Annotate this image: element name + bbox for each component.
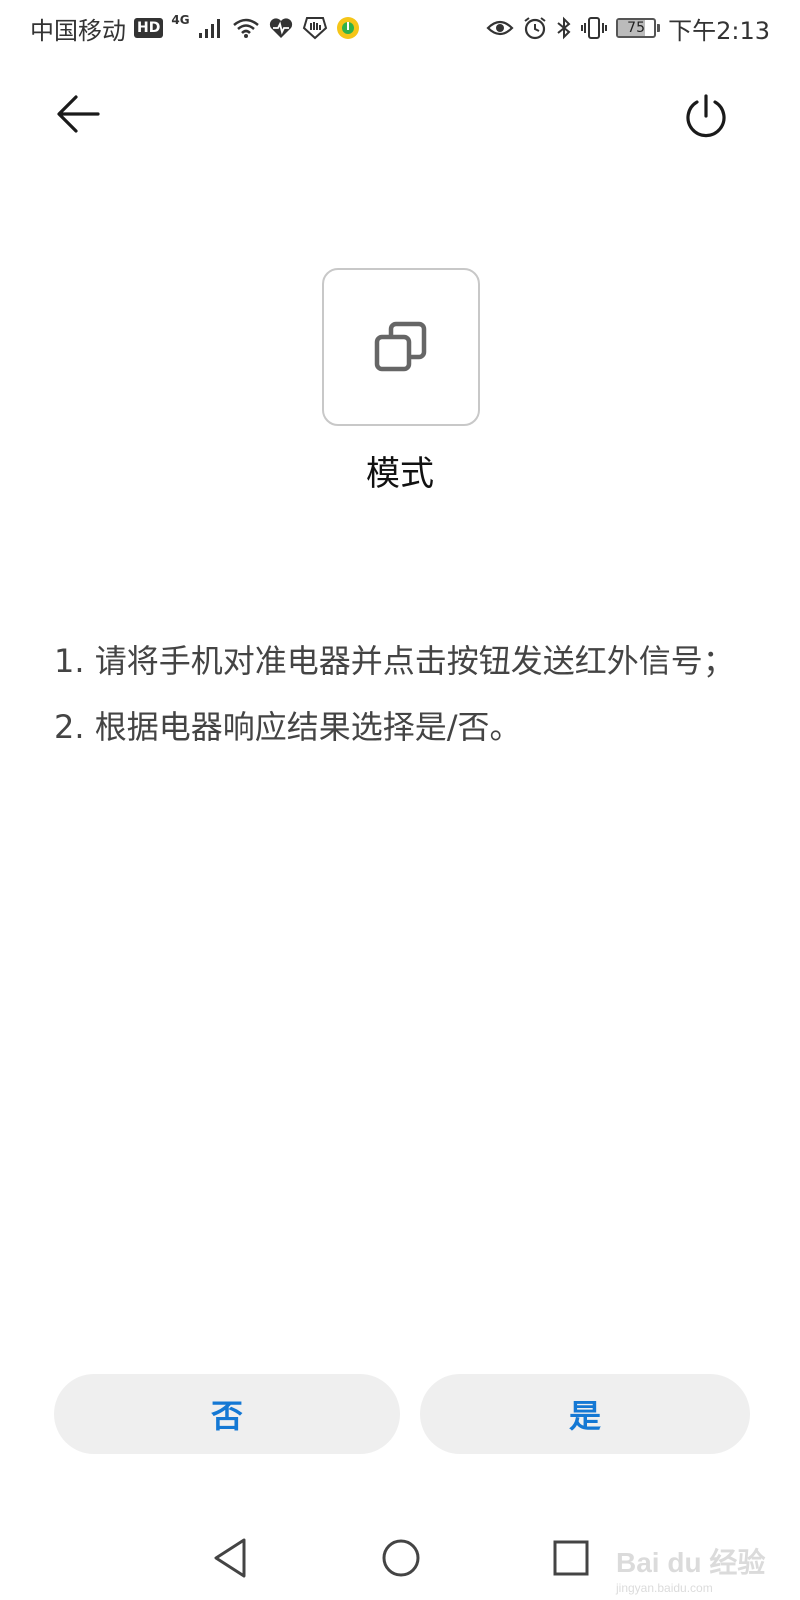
mode-label: 模式 xyxy=(366,454,434,494)
power-icon xyxy=(686,94,726,138)
network-type: 4G xyxy=(171,12,190,27)
nav-back-button[interactable] xyxy=(200,1528,260,1588)
circle-home-icon xyxy=(382,1539,420,1577)
music-app-icon xyxy=(336,16,360,40)
copy-icon xyxy=(374,321,427,372)
wifi-icon xyxy=(232,17,260,39)
battery-tip xyxy=(657,24,661,32)
battery-body: 75 xyxy=(616,18,657,38)
vibrate-icon xyxy=(580,16,608,40)
status-left: 中国移动 HD 4G xyxy=(30,11,360,46)
instruction-step-2: 2. 根据电器响应结果选择是/否。 xyxy=(54,708,522,746)
bluetooth-icon xyxy=(556,16,572,40)
battery-level: 75 xyxy=(627,20,645,36)
yes-button[interactable]: 是 xyxy=(420,1374,750,1454)
status-right: 75 下午2:13 xyxy=(486,11,770,46)
signal-icon xyxy=(198,17,224,39)
baidu-jingyan-watermark: Bai du 经验 jingyan.baidu.com xyxy=(615,1546,765,1595)
arrow-left-icon xyxy=(57,95,100,133)
carrier-name: 中国移动 xyxy=(30,16,126,45)
no-button[interactable]: 否 xyxy=(54,1374,400,1454)
watermark-url: jingyan.baidu.com xyxy=(615,1581,713,1595)
eye-icon xyxy=(486,18,514,38)
clock: 下午2:13 xyxy=(668,16,770,45)
watermark-text: Bai du 经验 xyxy=(616,1546,765,1578)
heart-rate-icon xyxy=(268,17,294,39)
nav-recent-button[interactable] xyxy=(541,1528,601,1588)
instructions: 1. 请将手机对准电器并点击按钮发送红外信号； 2. 根据电器响应结果选择是/否… xyxy=(54,628,754,760)
status-bar: 中国移动 HD 4G 75 下午2:13 xyxy=(0,0,800,56)
instruction-step-1: 1. 请将手机对准电器并点击按钮发送红外信号； xyxy=(54,642,735,680)
power-button[interactable] xyxy=(676,86,736,146)
triangle-back-icon xyxy=(214,1538,246,1578)
battery-indicator: 75 xyxy=(616,18,661,38)
alarm-icon xyxy=(522,16,548,40)
hd-badge: HD xyxy=(134,18,164,38)
square-recent-icon xyxy=(553,1540,589,1576)
mode-button[interactable] xyxy=(322,268,480,426)
nav-home-button[interactable] xyxy=(371,1528,431,1588)
back-button[interactable] xyxy=(50,86,106,142)
hand-shield-icon xyxy=(302,16,328,40)
